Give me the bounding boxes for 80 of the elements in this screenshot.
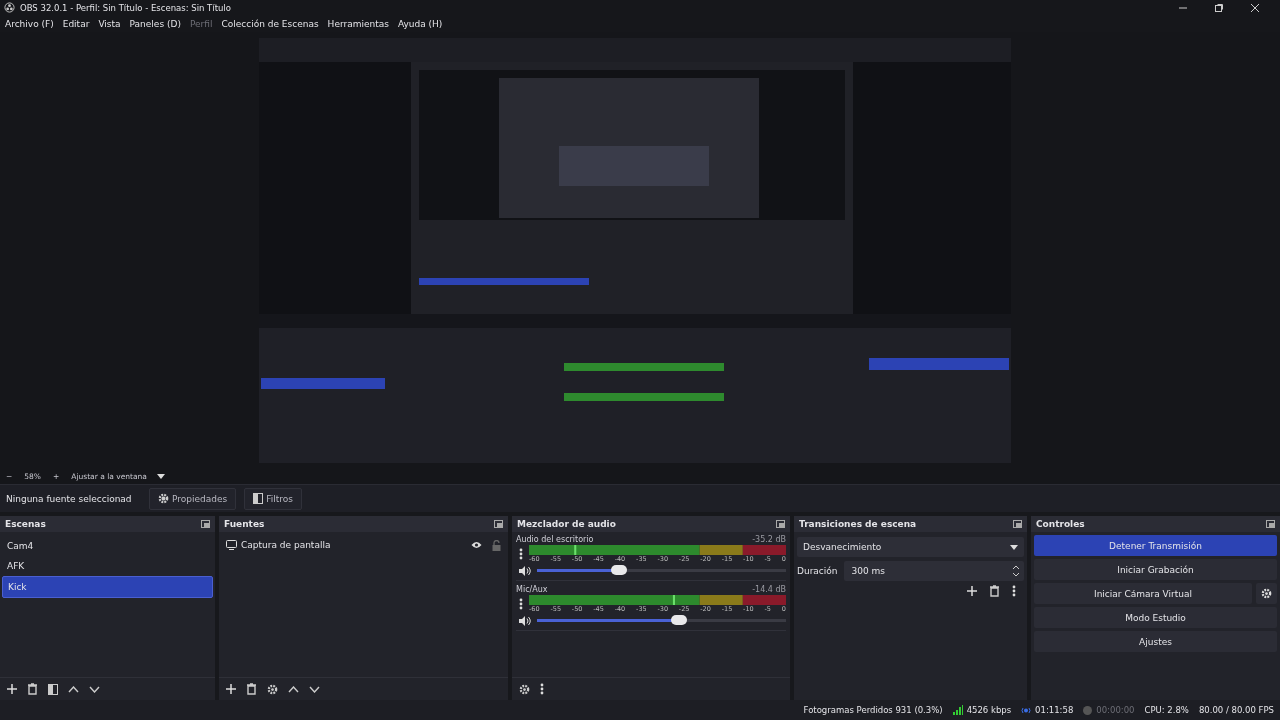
cpu-usage: CPU: 2.8% [1144,705,1189,715]
duration-label: Duración [797,566,838,576]
undock-icon[interactable] [776,520,785,528]
undock-icon[interactable] [1013,520,1022,528]
maximize-icon[interactable] [1214,2,1224,13]
gear-icon[interactable] [519,683,530,695]
panel-title: Controles [1036,519,1085,529]
move-up-icon[interactable] [68,685,79,693]
filters-button[interactable]: Filtros [244,487,302,510]
duration-field[interactable]: 300 ms [843,561,1024,581]
scene-item[interactable]: Cam4 [2,536,213,556]
control-button[interactable]: Modo Estudio [1034,607,1277,628]
control-button[interactable]: Iniciar Grabación [1034,559,1277,580]
menu-item[interactable]: Editar [62,18,90,29]
app-logo-icon [4,2,15,13]
menu-item[interactable]: Herramientas [327,18,389,29]
add-icon[interactable] [226,684,236,694]
fps-text: 80.00 / 80.00 FPS [1198,705,1274,715]
volume-reading: -14.4 dB [752,585,786,594]
control-button[interactable]: Iniciar Cámara Virtual [1034,583,1252,604]
spinner-arrows-icon[interactable] [1012,564,1020,578]
menu-item[interactable]: Ayuda (H) [397,18,443,29]
caret-icon [1010,544,1018,550]
channel-name: Audio del escritorio [516,535,594,544]
panel-title: Transiciones de escena [799,519,917,529]
selected-source-label: Ninguna fuente seleccionad [6,493,133,504]
panel-title: Mezclador de audio [517,519,616,529]
gear-icon [158,493,169,504]
filter-icon [253,493,264,504]
add-icon[interactable] [967,586,977,596]
record-time: 00:00:00 [1096,705,1135,715]
stream-icon [1021,706,1032,714]
properties-button[interactable]: Propiedades [149,487,237,510]
scene-item[interactable]: Kick [2,576,213,598]
window-title: OBS 32.0.1 - Perfil: Sin Título - Escenas: Sin Título [20,2,231,13]
gear-icon [1261,588,1272,599]
undock-icon[interactable] [201,520,210,528]
virtual-camera-settings-button[interactable] [1256,583,1277,604]
record-icon [1083,705,1093,715]
trash-icon[interactable] [989,585,1000,597]
undock-icon[interactable] [1266,520,1275,528]
monitor-icon [226,540,237,550]
gear-icon[interactable] [267,683,278,695]
stream-time: 01:11:58 [1035,705,1074,715]
unlock-icon[interactable] [492,539,501,551]
close-icon[interactable] [1250,2,1260,13]
panel-title: Fuentes [224,519,265,529]
volume-reading: -35.2 dB [752,535,786,544]
more-options-icon[interactable] [540,683,544,695]
menu-item[interactable]: Vista [98,18,121,29]
speaker-icon[interactable] [519,615,531,626]
menu-item[interactable]: Archivo (F) [5,18,54,29]
volume-thumb[interactable] [670,615,687,625]
speaker-icon[interactable] [519,565,531,576]
bitrate-text: 4526 kbps [966,705,1012,715]
trash-icon[interactable] [27,683,38,695]
trash-icon[interactable] [246,683,257,695]
menu-item[interactable]: Colección de Escenas [221,18,319,29]
caret-icon [156,473,165,479]
undock-icon[interactable] [494,520,503,528]
control-button[interactable]: Detener Transmisión [1034,535,1277,556]
menu-item[interactable]: Paneles (D) [129,18,181,29]
signal-bars-icon [952,705,963,715]
more-options-icon[interactable] [519,548,523,560]
move-up-icon[interactable] [288,685,299,693]
volume-thumb[interactable] [611,565,628,575]
panel-title: Escenas [5,519,46,529]
eye-icon[interactable] [471,541,482,549]
source-item[interactable]: Captura de pantalla [241,540,467,550]
channel-name: Mic/Aux [516,585,548,594]
more-options-icon[interactable] [1012,585,1016,597]
transition-dropdown[interactable]: Desvanecimiento [797,537,1024,557]
move-down-icon[interactable] [309,685,320,693]
control-button[interactable]: Ajustes [1034,631,1277,652]
scene-item[interactable]: AFK [2,556,213,576]
dropped-frames-text: Fotogramas Perdidos 931 (0.3%) [803,705,943,715]
move-down-icon[interactable] [89,685,100,693]
add-icon[interactable] [7,684,17,694]
filter-icon[interactable] [48,683,58,695]
more-options-icon[interactable] [519,598,523,610]
